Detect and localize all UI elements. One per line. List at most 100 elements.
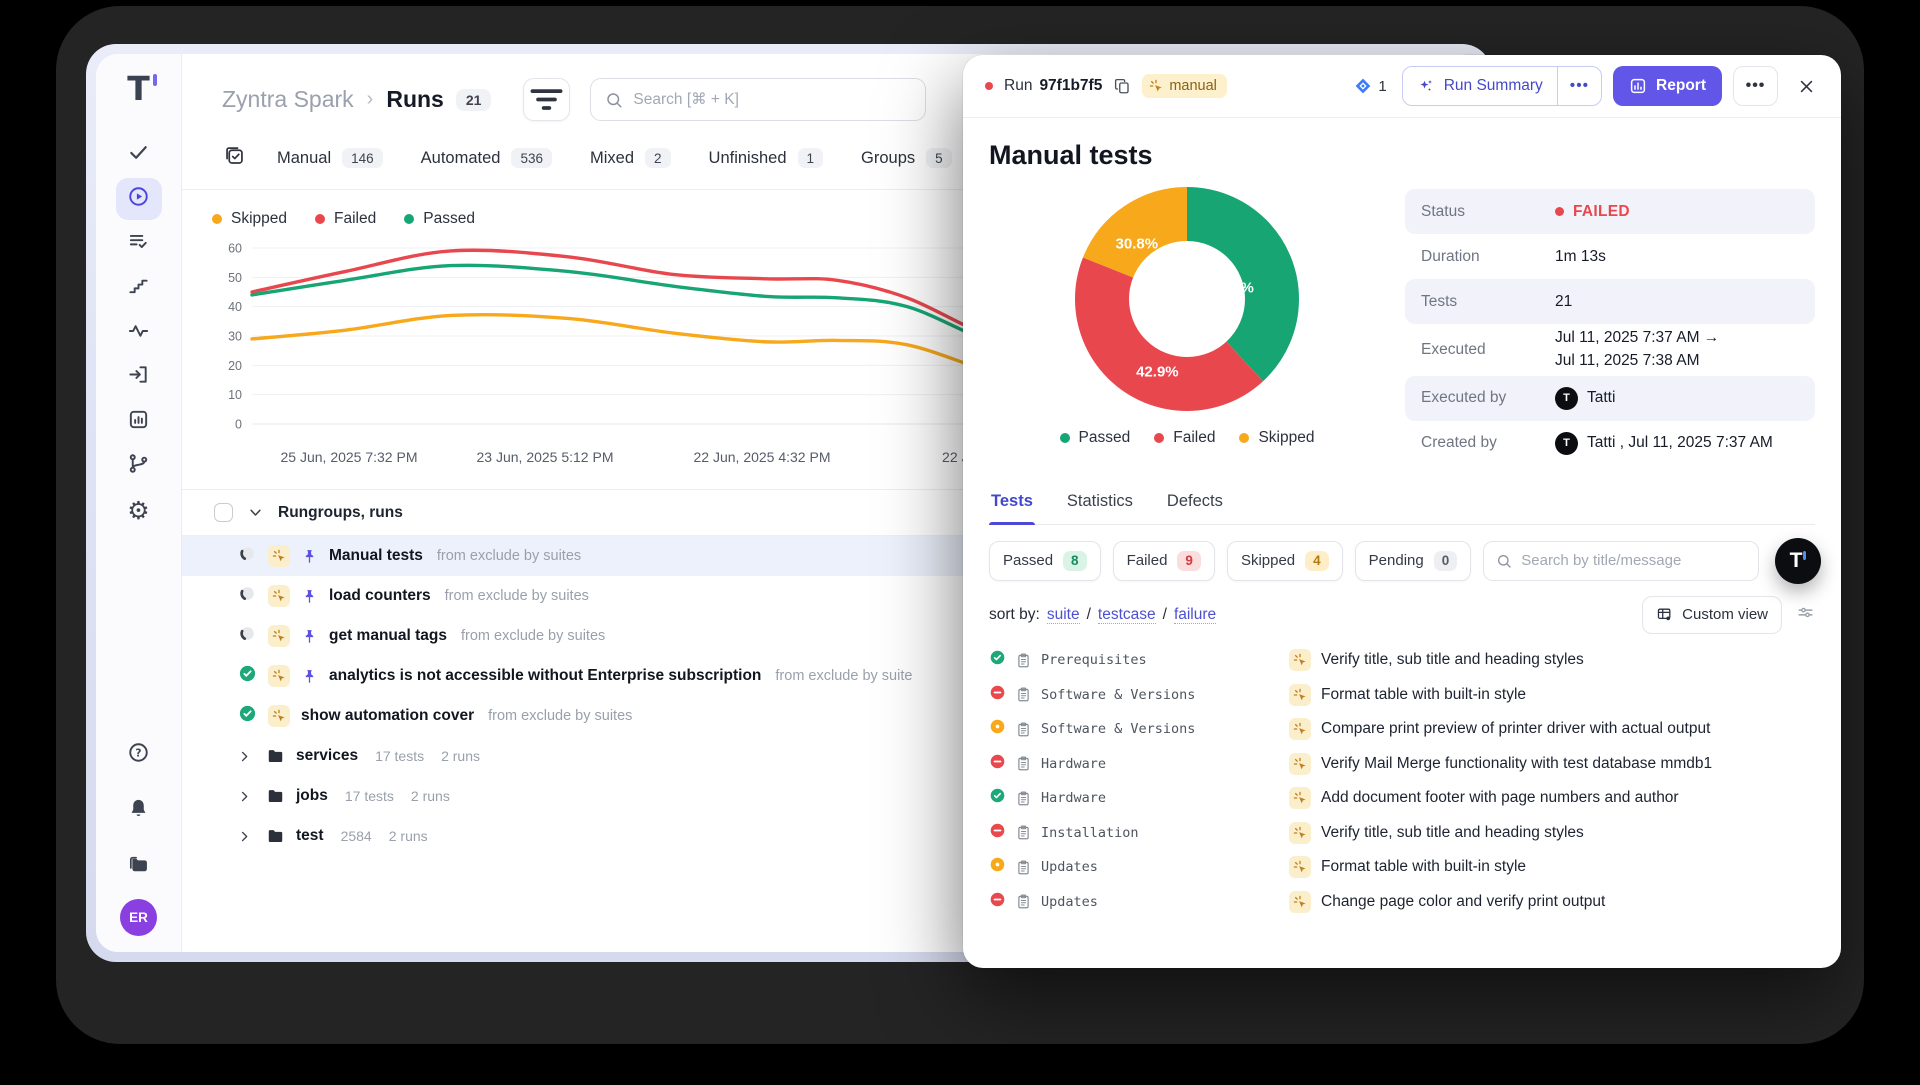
sort-by-suite[interactable]: suite bbox=[1047, 606, 1080, 624]
play-circle-icon bbox=[127, 185, 150, 213]
tests-search[interactable] bbox=[1483, 541, 1759, 581]
clipboard-icon bbox=[1015, 824, 1032, 841]
tab-statistics[interactable]: Statistics bbox=[1065, 484, 1135, 524]
tab-manual[interactable]: Manual146 bbox=[277, 148, 383, 168]
test-title-cell[interactable]: Format table with built-in style bbox=[1289, 677, 1815, 712]
global-search[interactable] bbox=[590, 78, 926, 121]
test-suite-cell[interactable]: Software & Versions bbox=[989, 677, 1289, 712]
folder-name: services bbox=[296, 747, 358, 765]
test-suite-cell[interactable]: Hardware bbox=[989, 781, 1289, 816]
chevron-right-icon bbox=[238, 750, 251, 763]
app-logo-letter: T bbox=[127, 69, 150, 108]
pulse-icon bbox=[127, 319, 150, 347]
view-options-icon[interactable] bbox=[1796, 603, 1815, 627]
sidebar-item-tests[interactable] bbox=[116, 134, 162, 176]
sort-by-testcase[interactable]: testcase bbox=[1098, 606, 1156, 624]
test-suite-cell[interactable]: Prerequisites bbox=[989, 643, 1289, 678]
test-status-failed-icon bbox=[989, 753, 1006, 775]
sidebar-item-analytics[interactable] bbox=[116, 312, 162, 354]
test-title-cell[interactable]: Verify title, sub title and heading styl… bbox=[1289, 643, 1815, 678]
tab-groups[interactable]: Groups5 bbox=[861, 148, 952, 168]
chevron-right-icon bbox=[238, 790, 251, 803]
sidebar-item-imports[interactable] bbox=[116, 356, 162, 398]
sidebar-item-projects[interactable] bbox=[116, 846, 162, 888]
tab-mixed[interactable]: Mixed2 bbox=[590, 148, 671, 168]
tab-count: 146 bbox=[342, 148, 383, 168]
tab-automated[interactable]: Automated536 bbox=[421, 148, 552, 168]
copy-icon[interactable] bbox=[1113, 77, 1131, 95]
select-all-icon[interactable] bbox=[224, 145, 245, 171]
folders-icon bbox=[127, 853, 150, 881]
test-title-cell[interactable]: Change page color and verify print outpu… bbox=[1289, 884, 1815, 919]
app-logo[interactable]: T bbox=[127, 72, 150, 105]
filter-chip-skipped[interactable]: Skipped4 bbox=[1227, 541, 1343, 581]
manual-test-icon bbox=[1289, 718, 1311, 740]
tab-tests[interactable]: Tests bbox=[989, 484, 1035, 524]
list-check-icon bbox=[127, 230, 150, 258]
tab-unfinished[interactable]: Unfinished1 bbox=[709, 148, 823, 168]
test-title-cell[interactable]: Verify title, sub title and heading styl… bbox=[1289, 815, 1815, 850]
breadcrumb-project[interactable]: Zyntra Spark bbox=[222, 86, 354, 113]
run-summary-more-button[interactable]: ••• bbox=[1557, 67, 1601, 105]
test-title-cell[interactable]: Add document footer with page numbers an… bbox=[1289, 781, 1815, 816]
run-summary-button[interactable]: Run Summary ••• bbox=[1402, 66, 1602, 106]
sidebar-nav: ⚙ bbox=[116, 131, 162, 534]
test-title-cell[interactable]: Format table with built-in style bbox=[1289, 850, 1815, 885]
tests-search-input[interactable] bbox=[1521, 552, 1746, 569]
sidebar-item-milestones[interactable] bbox=[116, 267, 162, 309]
manual-test-icon bbox=[268, 585, 290, 607]
user-avatar[interactable]: ER bbox=[120, 899, 157, 936]
select-all-checkbox[interactable] bbox=[214, 503, 233, 522]
test-title: Change page color and verify print outpu… bbox=[1321, 893, 1605, 911]
run-status-dot bbox=[985, 82, 993, 90]
sidebar-item-settings[interactable]: ⚙ bbox=[116, 490, 162, 532]
manual-test-icon bbox=[268, 705, 290, 727]
test-suite-cell[interactable]: Updates bbox=[989, 884, 1289, 919]
test-status-failed-icon bbox=[989, 891, 1006, 913]
run-info-table: StatusFAILEDDuration1m 13sTests21Execute… bbox=[1405, 189, 1815, 466]
info-row-duration: Duration1m 13s bbox=[1405, 234, 1815, 279]
test-suite-cell[interactable]: Installation bbox=[989, 815, 1289, 850]
linked-issue[interactable]: 1 bbox=[1354, 77, 1386, 95]
search-input[interactable] bbox=[633, 91, 911, 109]
manual-test-icon bbox=[268, 625, 290, 647]
table-gear-icon bbox=[1656, 606, 1673, 623]
filter-chip-pending[interactable]: Pending0 bbox=[1355, 541, 1472, 581]
filter-button[interactable] bbox=[523, 78, 570, 121]
sidebar-item-help[interactable]: ? bbox=[116, 734, 162, 776]
custom-view-button[interactable]: Custom view bbox=[1642, 596, 1782, 634]
sort-prefix: sort by: bbox=[989, 606, 1040, 624]
breadcrumb-chevron-icon: › bbox=[367, 88, 374, 111]
sidebar-item-notifications[interactable] bbox=[116, 790, 162, 832]
status-value: FAILED bbox=[1573, 203, 1630, 221]
test-title-cell[interactable]: Compare print preview of printer driver … bbox=[1289, 712, 1815, 747]
pin-icon bbox=[301, 628, 318, 645]
report-button[interactable]: Report bbox=[1613, 66, 1722, 106]
sidebar-item-integrations[interactable] bbox=[116, 445, 162, 487]
sidebar-item-runs[interactable] bbox=[116, 178, 162, 220]
test-suite-cell[interactable]: Software & Versions bbox=[989, 712, 1289, 747]
filter-chip-passed[interactable]: Passed8 bbox=[989, 541, 1101, 581]
run-details-body: Manual tests 38.1%42.9%30.8% PassedFaile… bbox=[963, 118, 1841, 968]
test-title-cell[interactable]: Verify Mail Merge functionality with tes… bbox=[1289, 746, 1815, 781]
chevron-down-icon[interactable] bbox=[248, 505, 263, 520]
legend-item-failed: Failed bbox=[315, 210, 376, 228]
filter-chip-failed[interactable]: Failed9 bbox=[1113, 541, 1215, 581]
sidebar-bottom: ? bbox=[116, 731, 162, 890]
bubble-accent bbox=[1803, 551, 1806, 560]
tab-defects[interactable]: Defects bbox=[1165, 484, 1225, 524]
more-actions-button[interactable]: ••• bbox=[1733, 66, 1778, 106]
search-icon bbox=[605, 91, 623, 109]
close-button[interactable] bbox=[1791, 71, 1821, 101]
close-icon bbox=[1798, 78, 1815, 95]
test-suite-cell[interactable]: Updates bbox=[989, 850, 1289, 885]
assistant-bubble[interactable]: T bbox=[1775, 538, 1821, 584]
filter-count: 9 bbox=[1177, 551, 1201, 571]
sidebar-item-plans[interactable] bbox=[116, 223, 162, 265]
sort-by-failure[interactable]: failure bbox=[1174, 606, 1216, 624]
sidebar-item-reports[interactable] bbox=[116, 401, 162, 443]
chart-panel-icon bbox=[127, 408, 150, 436]
test-suite-cell[interactable]: Hardware bbox=[989, 746, 1289, 781]
donut-label-passed: 38.1% bbox=[1211, 279, 1254, 296]
avatar: T bbox=[1555, 432, 1578, 455]
